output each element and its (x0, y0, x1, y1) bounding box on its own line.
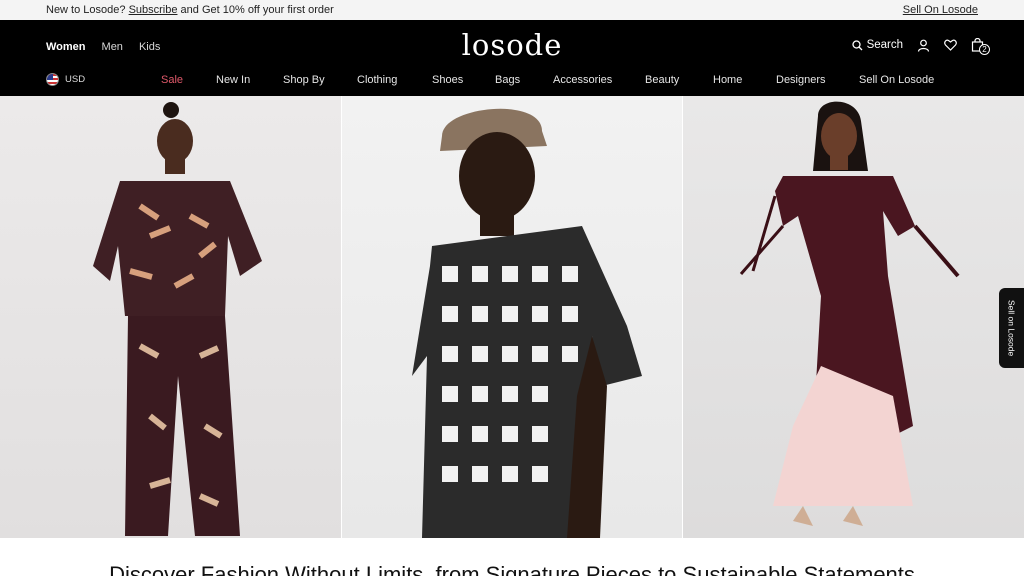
hero-banner[interactable] (0, 96, 1024, 538)
search-icon (851, 39, 863, 51)
nav-item-new-in[interactable]: New In (216, 74, 250, 86)
announcement-bar: New to Losode? Subscribe and Get 10% off… (0, 0, 1024, 20)
announcement-prefix: New to Losode? (46, 4, 126, 16)
nav-item-beauty[interactable]: Beauty (645, 74, 679, 86)
wishlist-heart-icon[interactable] (944, 39, 957, 51)
account-icon[interactable] (917, 39, 930, 52)
announcement-suffix: and Get 10% off your first order (180, 4, 334, 16)
nav-item-accessories[interactable]: Accessories (553, 74, 612, 86)
sell-on-losode-side-tab[interactable]: Sell on Losode (999, 288, 1024, 368)
hero-tagline: Discover Fashion Without Limits, from Si… (109, 562, 915, 576)
bag-count-badge: 2 (979, 44, 990, 55)
nav-item-bags[interactable]: Bags (495, 74, 520, 86)
nav-item-sell-on-losode[interactable]: Sell On Losode (859, 74, 934, 86)
nav-item-sale[interactable]: Sale (161, 74, 183, 86)
search-label: Search (866, 39, 903, 51)
main-nav: Sale New In Shop By Clothing Shoes Bags … (0, 74, 1024, 88)
model-figure-2 (412, 108, 642, 538)
hero-image-dress[interactable] (683, 96, 1024, 538)
hero-image-women[interactable] (0, 96, 341, 538)
nav-item-shop-by[interactable]: Shop By (283, 74, 325, 86)
nav-item-clothing[interactable]: Clothing (357, 74, 397, 86)
nav-item-home[interactable]: Home (713, 74, 742, 86)
header-utilities: Search 2 (851, 38, 990, 55)
model-figure-1 (93, 102, 262, 536)
nav-item-shoes[interactable]: Shoes (432, 74, 463, 86)
subscribe-link[interactable]: Subscribe (129, 4, 178, 16)
model-figure-3 (739, 101, 960, 526)
hero-image-men[interactable] (341, 96, 683, 538)
search-button[interactable]: Search (851, 39, 903, 51)
sell-on-losode-link[interactable]: Sell On Losode (903, 4, 978, 16)
side-tab-label: Sell on Losode (1006, 299, 1017, 357)
shopping-bag-icon[interactable]: 2 (971, 38, 990, 55)
announcement-text: New to Losode? Subscribe and Get 10% off… (46, 4, 334, 16)
site-header: Women Men Kids losode Search 2 USD Sale … (0, 20, 1024, 96)
nav-item-designers[interactable]: Designers (776, 74, 826, 86)
